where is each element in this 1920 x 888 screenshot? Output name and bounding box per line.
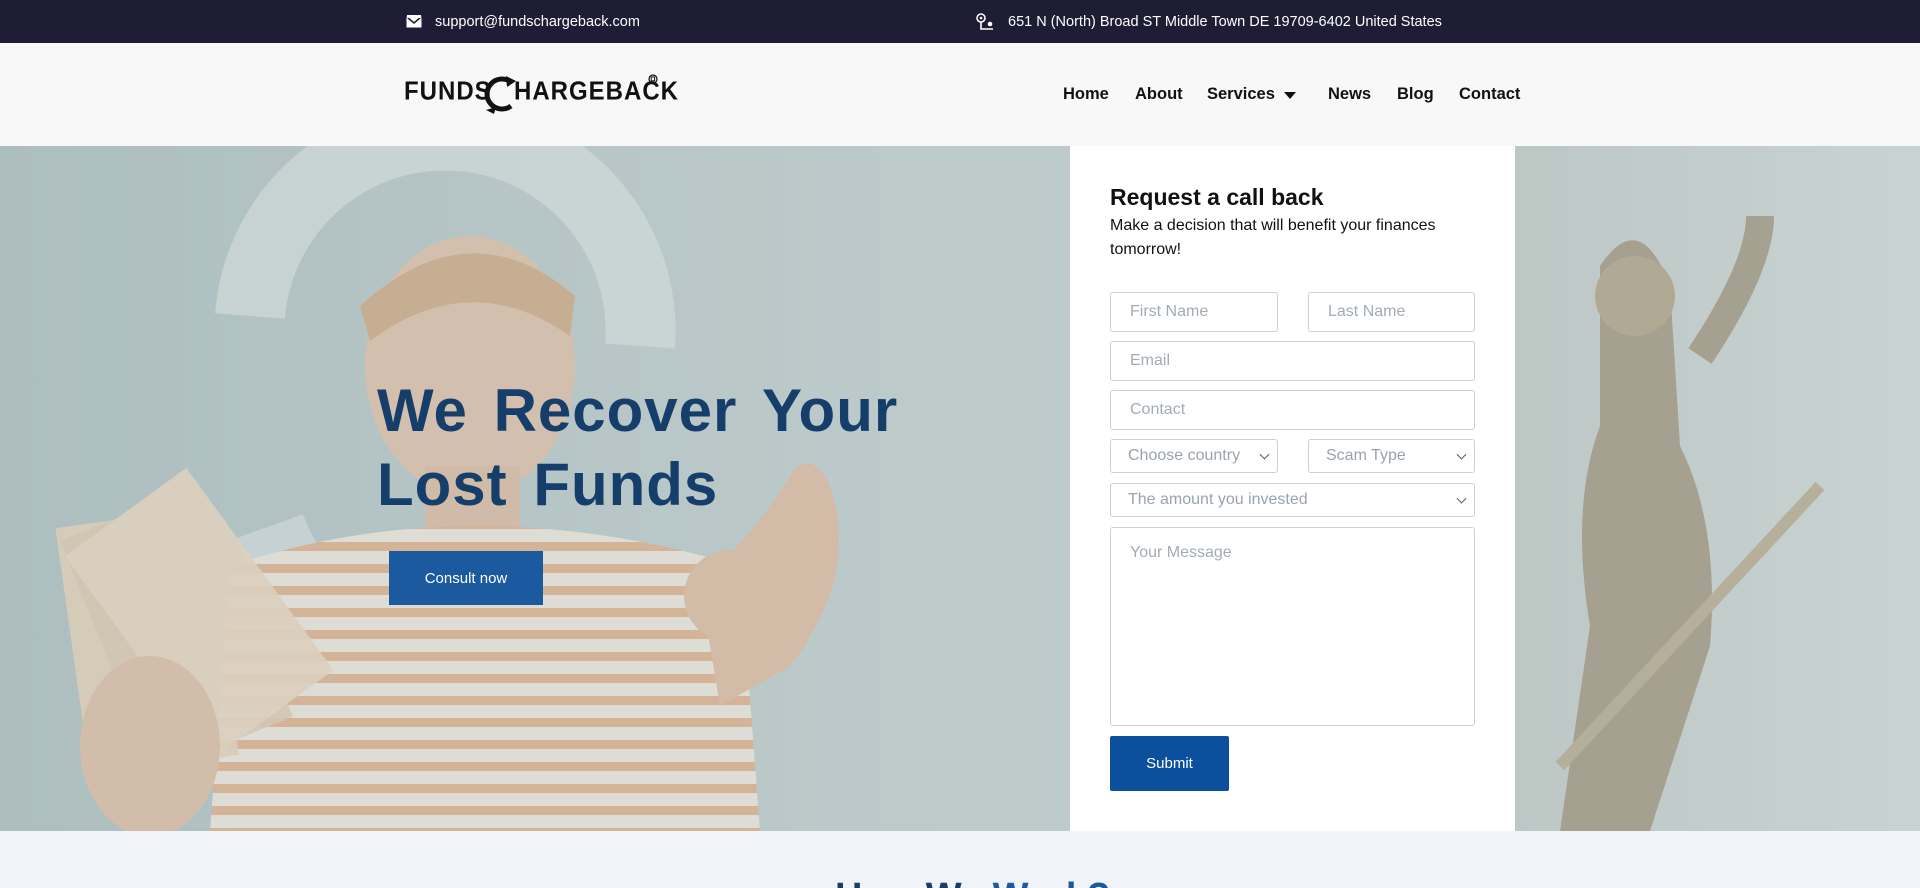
message-textarea[interactable] — [1110, 527, 1475, 726]
scam-type-select[interactable]: Scam Type — [1308, 439, 1475, 473]
chevron-down-icon — [1456, 449, 1467, 460]
chevron-down-icon — [1456, 493, 1467, 504]
chevron-down-icon — [1259, 449, 1270, 460]
envelope-icon — [406, 14, 422, 27]
form-subtitle: Make a decision that will benefit your f… — [1110, 217, 1436, 258]
contact-email[interactable]: support@fundschargeback.com — [406, 0, 640, 43]
submit-button[interactable]: Submit — [1110, 736, 1229, 791]
form-title: Request a call back — [1110, 184, 1324, 210]
nav-contact[interactable]: Contact — [1459, 85, 1520, 104]
section-heading-accent: Work? — [993, 876, 1111, 888]
nav-news[interactable]: News — [1328, 85, 1371, 104]
email-input[interactable] — [1110, 341, 1475, 381]
contact-input[interactable] — [1110, 390, 1475, 430]
nav-blog[interactable]: Blog — [1397, 85, 1434, 104]
scam-type-select-value: Scam Type — [1326, 447, 1406, 464]
amount-select-value: The amount you invested — [1128, 491, 1308, 508]
country-select[interactable]: Choose country — [1110, 439, 1278, 473]
nav-about[interactable]: About — [1135, 85, 1183, 104]
location-pin-icon — [976, 12, 993, 30]
registered-mark-icon — [648, 74, 658, 84]
consult-now-button[interactable]: Consult now — [389, 551, 543, 605]
country-select-value: Choose country — [1128, 447, 1241, 464]
amount-invested-select[interactable]: The amount you invested — [1110, 483, 1475, 517]
top-info-bar: support@fundschargeback.com 651 N (North… — [0, 0, 1920, 43]
hero-background-image — [0, 146, 1920, 831]
section-heading: How We Work? — [835, 876, 1110, 888]
brand-logo[interactable]: FUNDS HARGEBACK — [404, 73, 678, 115]
nav-home[interactable]: Home — [1063, 85, 1109, 104]
email-text: support@fundschargeback.com — [435, 13, 640, 30]
last-name-input[interactable] — [1308, 292, 1475, 332]
callback-form-card: Request a call back Make a decision that… — [1070, 146, 1515, 831]
logo-text-left: FUNDS — [404, 76, 492, 107]
how-we-work-section: How We Work? — [0, 831, 1920, 888]
nav-services[interactable]: Services — [1207, 85, 1275, 104]
contact-address: 651 N (North) Broad ST Middle Town DE 19… — [975, 0, 1442, 43]
section-heading-start: How We — [835, 876, 982, 888]
hero-section: We Recover Your Lost Funds Consult now — [0, 146, 1920, 831]
address-text: 651 N (North) Broad ST Middle Town DE 19… — [1008, 13, 1442, 30]
site-header: FUNDS HARGEBACK Home About Services News… — [0, 43, 1920, 146]
hero-title: We Recover Your Lost Funds — [377, 377, 899, 518]
services-dropdown-icon[interactable] — [1284, 92, 1296, 99]
first-name-input[interactable] — [1110, 292, 1278, 332]
